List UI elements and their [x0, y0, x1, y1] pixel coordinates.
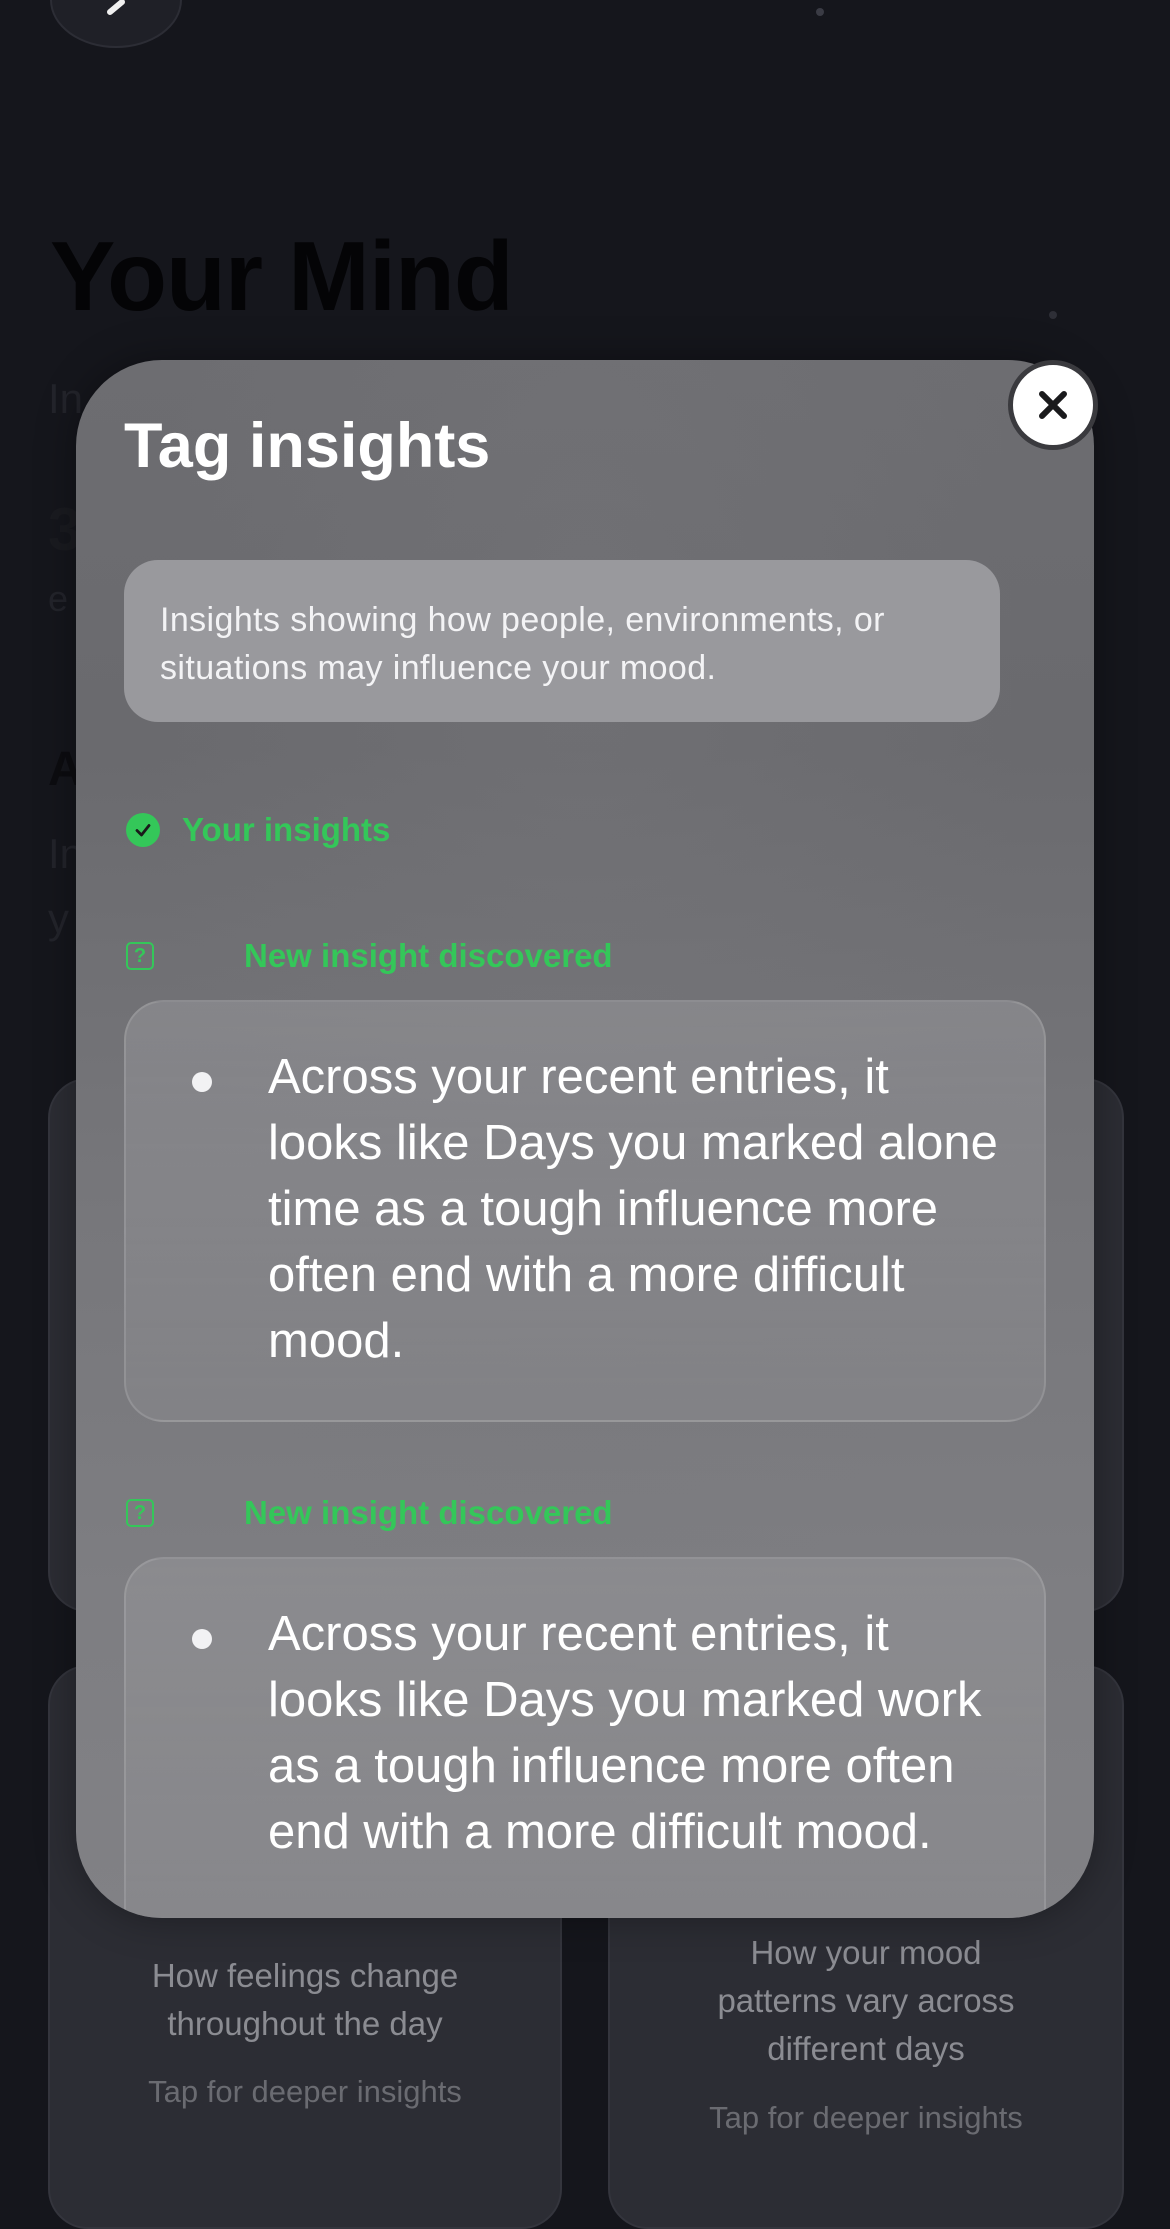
page-title: Your Mind: [50, 221, 514, 331]
insight-text: Across your recent entries, it looks lik…: [268, 1607, 982, 1859]
modal-title: Tag insights: [124, 411, 491, 481]
obscured-text: e: [48, 578, 69, 619]
card-description: How feelings change throughout the day: [151, 1957, 459, 2042]
insight-card: Across your recent entries, it looks lik…: [124, 1000, 1046, 1422]
card-description: How your mood patterns vary across diffe…: [717, 1934, 1015, 2067]
close-button[interactable]: [1008, 360, 1098, 450]
insight-header: ? New insight discovered: [126, 1493, 613, 1533]
your-insights-header: Your insights: [126, 811, 391, 848]
question-square-icon: ?: [126, 942, 154, 970]
obscured-text: y: [48, 895, 69, 942]
section-label: Your insights: [182, 811, 391, 848]
insight-header: ? New insight discovered: [126, 936, 613, 976]
insight-label: New insight discovered: [244, 1494, 613, 1531]
card-tap-hint: Tap for deeper insights: [148, 2074, 462, 2109]
back-button[interactable]: [50, 0, 182, 48]
question-square-icon: ?: [126, 1499, 154, 1527]
decorative-dot: [1049, 311, 1057, 319]
checkmark-circle-icon: [126, 813, 160, 847]
chevron-left-icon: [107, 0, 125, 15]
close-icon: [1039, 391, 1067, 419]
bullet-point: [192, 1072, 212, 1092]
intro-description: Insights showing how people, environment…: [124, 560, 1000, 722]
insight-label: New insight discovered: [244, 937, 613, 974]
obscured-text: In: [48, 375, 84, 422]
tag-insights-modal: Tag insights Insights showing how people…: [76, 360, 1094, 1918]
page-indicator-dot: [816, 8, 824, 16]
card-tap-hint: Tap for deeper insights: [709, 2100, 1023, 2135]
insight-text: Across your recent entries, it looks lik…: [268, 1050, 998, 1368]
insight-card: Across your recent entries, it looks lik…: [124, 1557, 1046, 1918]
bullet-point: [192, 1629, 212, 1649]
